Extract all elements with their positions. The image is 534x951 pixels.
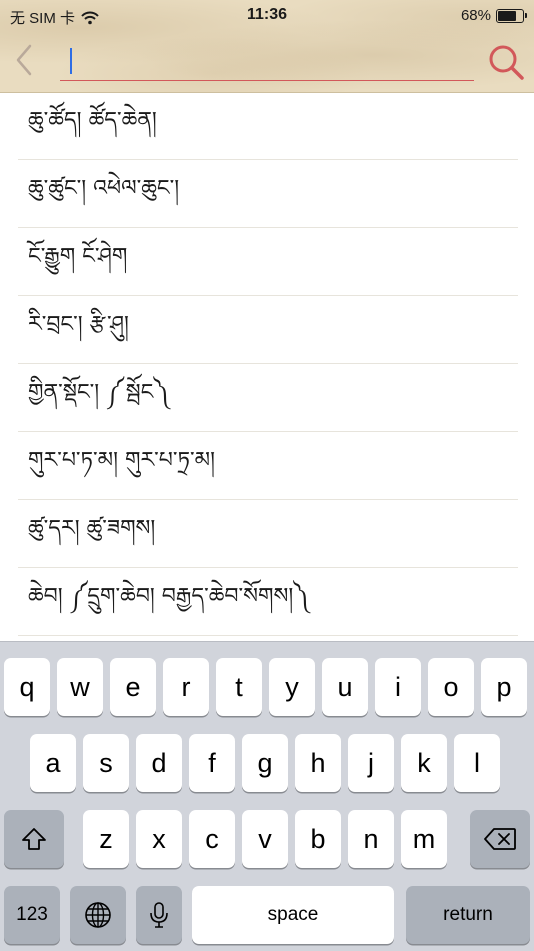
key-c[interactable]: c	[189, 810, 235, 868]
list-item[interactable]: གུར་པ་ཏ་མ། གུར་པ་ཏྲ་མ།	[18, 432, 518, 500]
key-w[interactable]: w	[57, 658, 103, 716]
key-m[interactable]: m	[401, 810, 447, 868]
key-y[interactable]: y	[269, 658, 315, 716]
search-field[interactable]	[60, 40, 474, 81]
key-j[interactable]: j	[348, 734, 394, 792]
list-item[interactable]: ཚུ་དར། ཚུ་ཟགས།	[18, 500, 518, 568]
key-b[interactable]: b	[295, 810, 341, 868]
list-item[interactable]: གྱིན་སྡོང་། ༼སྦོང༽	[18, 364, 518, 432]
key-z[interactable]: z	[83, 810, 129, 868]
back-button[interactable]	[10, 40, 40, 80]
battery-percent: 68%	[460, 7, 491, 24]
globe-key[interactable]	[70, 886, 126, 944]
key-t[interactable]: t	[216, 658, 262, 716]
search-input[interactable]	[74, 44, 468, 78]
key-l[interactable]: l	[454, 734, 500, 792]
globe-icon	[85, 902, 111, 928]
status-bar: 无 SIM 卡 11:36 68%	[0, 0, 534, 32]
top-bar: 无 SIM 卡 11:36 68%	[0, 0, 534, 93]
key-q[interactable]: q	[4, 658, 50, 716]
battery-icon	[496, 8, 527, 23]
backspace-icon	[484, 828, 516, 850]
list-item-text: ཚུ་དར། ཚུ་ཟགས།	[28, 515, 156, 541]
microphone-icon	[150, 902, 168, 928]
list-item[interactable]: རི་བྲང་། རྩི་ཤུ།	[18, 296, 518, 364]
clock: 11:36	[246, 6, 288, 23]
chevron-left-icon	[16, 44, 32, 76]
list-item[interactable]: ཆེབ། ༼དྲུག་ཆེབ། བརྒྱད་ཆེབ་སོགས།༽	[18, 568, 518, 636]
key-s[interactable]: s	[83, 734, 129, 792]
battery-group: 68%	[460, 7, 527, 24]
key-k[interactable]: k	[401, 734, 447, 792]
list-item-text: རི་བྲང་། རྩི་ཤུ།	[28, 311, 129, 337]
key-n[interactable]: n	[348, 810, 394, 868]
results-list: ཆུ་ཚོད། ཚོད་ཆེན། ཆུ་ཚུང་། འཕེལ་ཆུང་། ངོ་…	[0, 92, 534, 642]
list-item-text: ཆུ་ཚུང་། འཕེལ་ཆུང་།	[28, 175, 180, 201]
space-key[interactable]: space	[192, 886, 394, 944]
list-item-text: ངོ་རྒྱུག ངོ་ཤེག	[28, 243, 128, 269]
shift-icon	[22, 828, 46, 850]
microphone-key[interactable]	[136, 886, 182, 944]
text-caret	[70, 48, 72, 74]
numbers-key[interactable]: 123	[4, 886, 60, 944]
list-item[interactable]: ཆུ་ཚོད། ཚོད་ཆེན།	[18, 92, 518, 160]
key-a[interactable]: a	[30, 734, 76, 792]
list-item-text: གུར་པ་ཏ་མ། གུར་པ་ཏྲ་མ།	[28, 447, 215, 473]
list-item-text: གྱིན་སྡོང་། ༼སྦོང༽	[28, 379, 170, 405]
key-p[interactable]: p	[481, 658, 527, 716]
key-d[interactable]: d	[136, 734, 182, 792]
key-u[interactable]: u	[322, 658, 368, 716]
list-item-text: ཆུ་ཚོད། ཚོད་ཆེན།	[28, 107, 157, 133]
search-button[interactable]	[486, 42, 526, 82]
key-x[interactable]: x	[136, 810, 182, 868]
keyboard: q w e r t y u i o p a s d f g h j k l z …	[0, 641, 534, 951]
delete-key[interactable]	[470, 810, 530, 868]
search-icon	[489, 45, 524, 80]
return-key[interactable]: return	[406, 886, 530, 944]
list-item-text: ཆེབ། ༼དྲུག་ཆེབ། བརྒྱད་ཆེབ་སོགས།༽	[28, 583, 309, 609]
key-v[interactable]: v	[242, 810, 288, 868]
list-item[interactable]: ཆུ་ཚུང་། འཕེལ་ཆུང་།	[18, 160, 518, 228]
list-item[interactable]: ངོ་རྒྱུག ངོ་ཤེག	[18, 228, 518, 296]
key-h[interactable]: h	[295, 734, 341, 792]
key-f[interactable]: f	[189, 734, 235, 792]
key-i[interactable]: i	[375, 658, 421, 716]
key-g[interactable]: g	[242, 734, 288, 792]
key-r[interactable]: r	[163, 658, 209, 716]
shift-key[interactable]	[4, 810, 64, 868]
key-o[interactable]: o	[428, 658, 474, 716]
key-e[interactable]: e	[110, 658, 156, 716]
